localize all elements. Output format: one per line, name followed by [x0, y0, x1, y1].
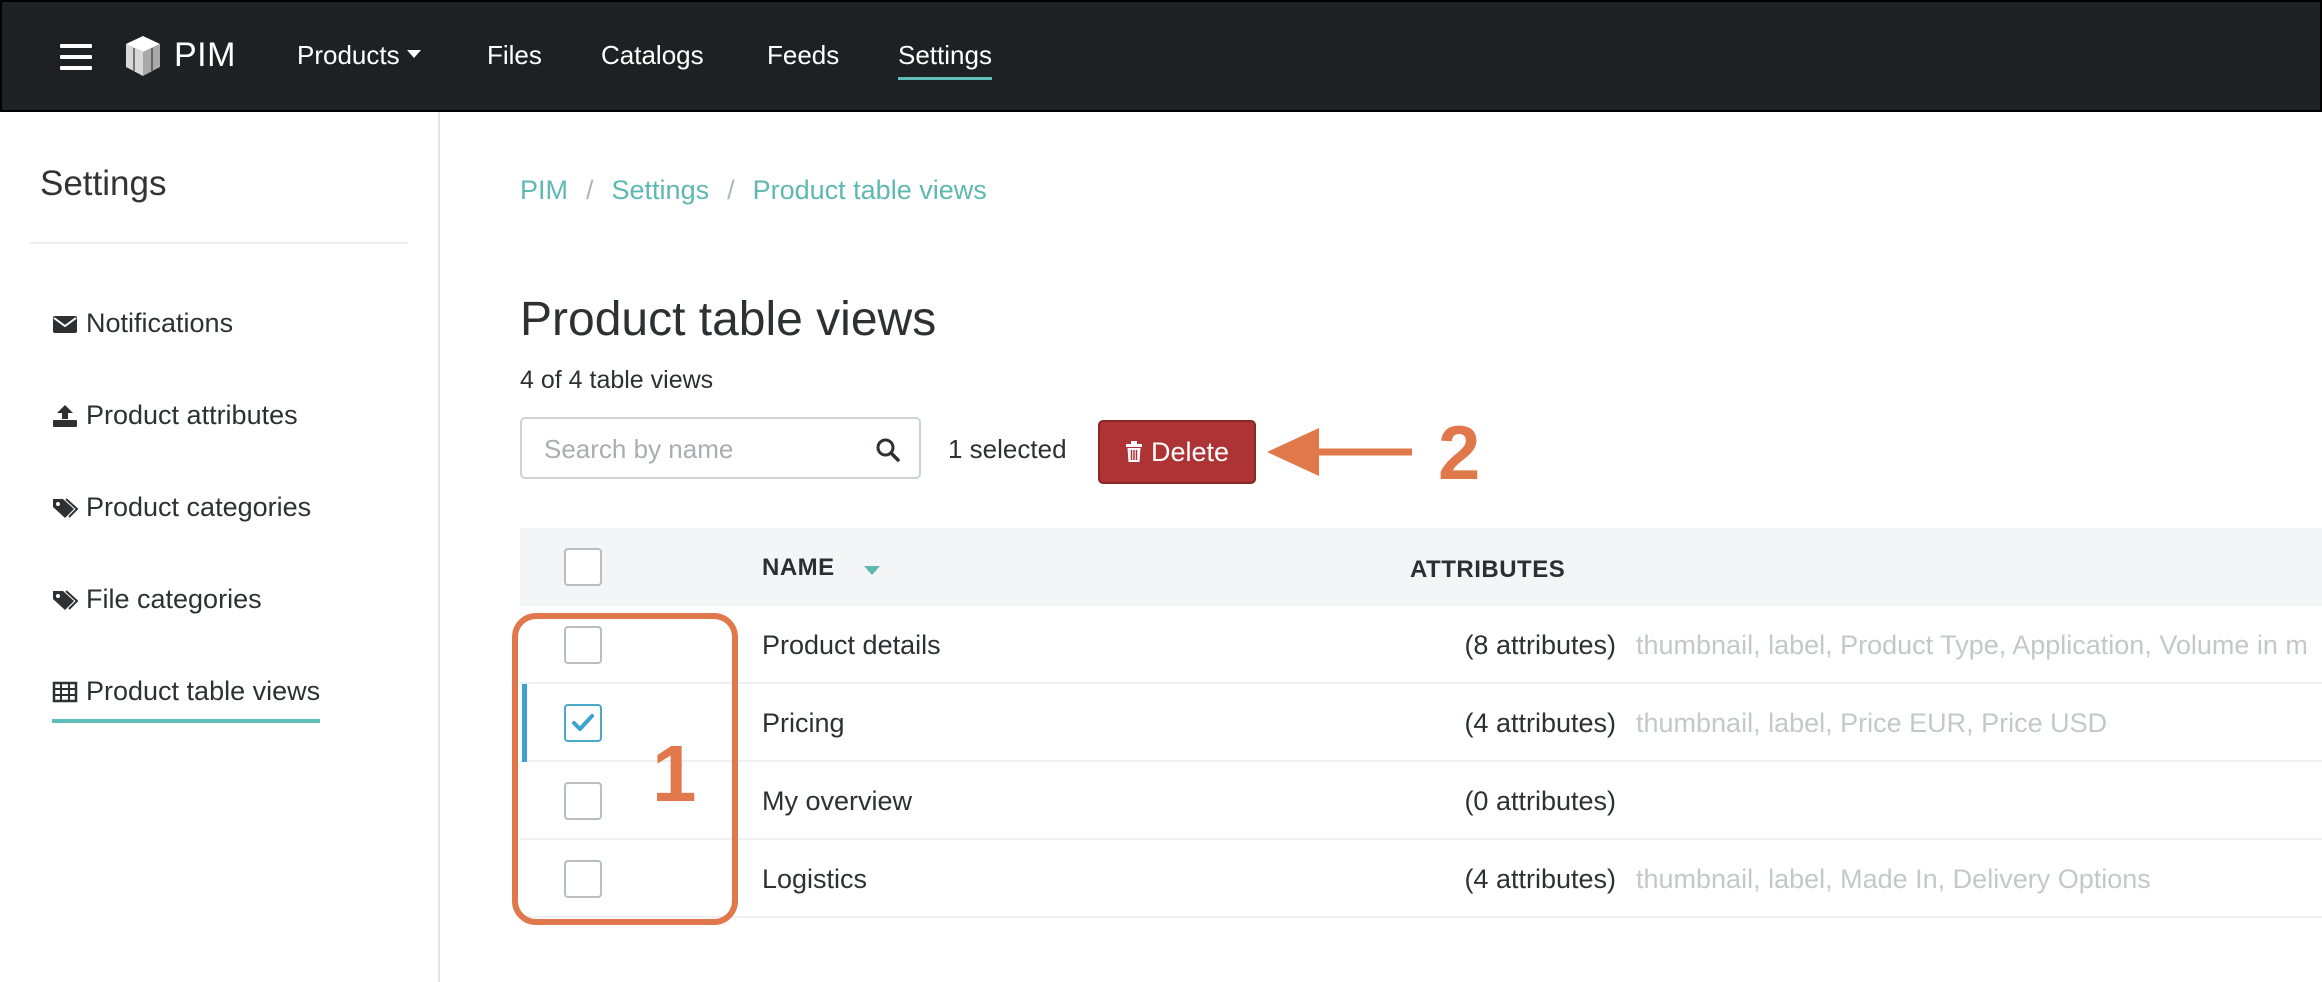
select-all-checkbox[interactable]: [564, 548, 602, 586]
nav-products[interactable]: Products: [297, 40, 421, 71]
search-icon[interactable]: [875, 437, 901, 463]
result-count: 4 of 4 table views: [520, 366, 714, 394]
menu-hamburger-icon[interactable]: [60, 44, 92, 70]
breadcrumb-separator: /: [727, 175, 735, 205]
nav-files[interactable]: Files: [487, 40, 542, 71]
sidebar-divider: [30, 242, 408, 244]
row-attribute-count: (4 attributes): [1464, 708, 1616, 738]
search-box: [520, 417, 921, 479]
row-name: Product details: [762, 630, 941, 660]
envelope-icon: [53, 315, 77, 333]
breadcrumb: PIM / Settings / Product table views: [520, 175, 987, 206]
table-row[interactable]: Logistics (4 attributes) thumbnail, labe…: [520, 840, 2322, 918]
tags-icon: [53, 589, 78, 610]
annotation-highlight-box: [512, 613, 738, 925]
table-row[interactable]: Product details (8 attributes) thumbnail…: [520, 606, 2322, 684]
breadcrumb-product-table-views[interactable]: Product table views: [753, 175, 987, 205]
breadcrumb-pim[interactable]: PIM: [520, 175, 568, 205]
row-attribute-list: thumbnail, label, Product Type, Applicat…: [1636, 630, 2308, 660]
sidebar-title: Settings: [40, 164, 167, 203]
nav-feeds[interactable]: Feeds: [767, 40, 839, 71]
sidebar-item-file-categories[interactable]: File categories: [52, 584, 262, 615]
sidebar-item-notifications[interactable]: Notifications: [52, 308, 233, 339]
delete-button[interactable]: Delete: [1098, 420, 1256, 484]
row-name: Logistics: [762, 864, 868, 894]
column-header-name[interactable]: NAME: [762, 554, 835, 582]
sidebar-item-product-attributes[interactable]: Product attributes: [52, 400, 298, 431]
sidebar-item-label: Product attributes: [86, 400, 298, 430]
breadcrumb-separator: /: [586, 175, 594, 205]
settings-sidebar: Settings Notifications Product attribute…: [0, 112, 440, 982]
sidebar-item-label: File categories: [86, 584, 262, 614]
sort-desc-icon[interactable]: [864, 566, 880, 575]
page-title: Product table views: [520, 293, 937, 346]
annotation-arrow-icon: [1267, 428, 1412, 476]
table-header: NAME ATTRIBUTES: [520, 528, 2322, 606]
table-row[interactable]: Pricing (4 attributes) thumbnail, label,…: [520, 684, 2322, 762]
annotation-marker-1: 1: [652, 729, 697, 818]
column-header-attributes[interactable]: ATTRIBUTES: [1410, 556, 1565, 584]
sidebar-item-label: Product categories: [86, 492, 312, 522]
top-navbar: PIM Products Files Catalogs Feeds Settin…: [0, 0, 2322, 112]
table-icon: [52, 681, 78, 702]
row-name: My overview: [762, 786, 913, 816]
row-attribute-count: (8 attributes): [1464, 630, 1616, 660]
app-brand[interactable]: PIM: [174, 36, 236, 75]
sidebar-item-label: Product table views: [86, 676, 321, 706]
nav-catalogs[interactable]: Catalogs: [601, 40, 704, 71]
nav-products-label: Products: [297, 40, 400, 70]
nav-settings[interactable]: Settings: [898, 40, 992, 80]
trash-icon: [1125, 441, 1142, 462]
sidebar-item-label: Notifications: [86, 308, 234, 338]
table-row[interactable]: My overview (0 attributes): [520, 762, 2322, 840]
row-attribute-count: (4 attributes): [1464, 864, 1616, 894]
row-attribute-list: thumbnail, label, Made In, Delivery Opti…: [1636, 864, 2151, 894]
delete-button-label: Delete: [1150, 436, 1230, 467]
annotation-marker-2: 2: [1438, 411, 1481, 496]
row-attribute-list: thumbnail, label, Price EUR, Price USD: [1636, 708, 2108, 738]
box-logo-icon: [126, 36, 160, 76]
tags-icon: [53, 497, 78, 518]
row-attribute-count: (0 attributes): [1464, 786, 1616, 816]
upload-icon: [53, 404, 77, 427]
search-input[interactable]: [544, 431, 864, 467]
sidebar-item-product-categories[interactable]: Product categories: [52, 492, 311, 523]
caret-down-icon: [406, 50, 421, 59]
breadcrumb-settings[interactable]: Settings: [612, 175, 710, 205]
row-name: Pricing: [762, 708, 845, 738]
selected-count: 1 selected: [948, 434, 1067, 464]
sidebar-item-product-table-views[interactable]: Product table views: [52, 676, 321, 723]
